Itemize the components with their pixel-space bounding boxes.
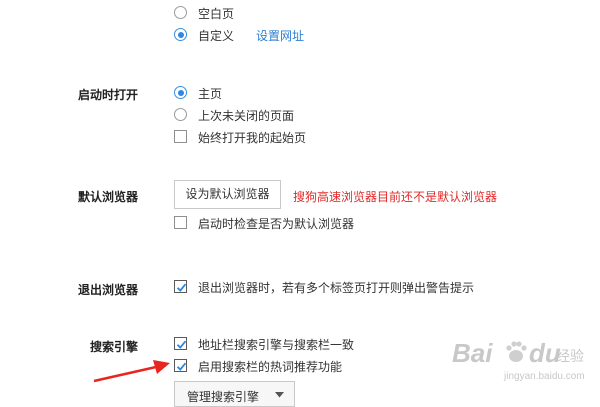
- checkbox-check-default-on-start-label: 启动时检查是否为默认浏览器: [198, 217, 355, 231]
- check-icon: [176, 283, 187, 292]
- search-engine-label: 搜索引擎: [90, 340, 139, 354]
- check-icon: [176, 340, 187, 349]
- exit-browser-label: 退出浏览器: [78, 283, 139, 297]
- checkbox-always-start-page-label: 始终打开我的起始页: [198, 131, 307, 145]
- set-default-browser-button[interactable]: 设为默认浏览器: [174, 180, 281, 209]
- checkbox-warn-multiple-tabs[interactable]: [174, 280, 187, 293]
- checkbox-hot-word-recommend[interactable]: [174, 359, 187, 372]
- annotation-arrow-icon: [93, 360, 170, 383]
- watermark-jingyan: 经验: [556, 348, 584, 364]
- watermark-url: jingyan.baidu.com: [504, 371, 585, 382]
- radio-last-session[interactable]: [174, 108, 187, 121]
- checkbox-check-default-on-start[interactable]: [174, 216, 187, 229]
- manage-search-engine-label: 管理搜索引擎: [187, 390, 260, 404]
- checkbox-hot-word-recommend-label: 启用搜索栏的热词推荐功能: [198, 360, 343, 374]
- set-url-link[interactable]: 设置网址: [256, 27, 304, 44]
- checkbox-addressbar-search-sync-label: 地址栏搜索引擎与搜索栏一致: [198, 338, 355, 352]
- paw-icon: [506, 341, 527, 362]
- baidu-jingyan-watermark: Bai du 经验 jingyan.baidu.com: [452, 338, 592, 398]
- checkbox-warn-multiple-tabs-label: 退出浏览器时，若有多个标签页打开则弹出警告提示: [198, 281, 475, 295]
- radio-custom-label: 自定义: [198, 29, 235, 43]
- radio-homepage-label: 主页: [198, 87, 223, 101]
- radio-blank-page-label: 空白页: [198, 7, 235, 21]
- watermark-bai: Bai: [452, 338, 493, 368]
- check-icon: [176, 362, 187, 371]
- checkbox-addressbar-search-sync[interactable]: [174, 337, 187, 350]
- checkbox-always-start-page[interactable]: [174, 130, 187, 143]
- manage-search-engine-dropdown[interactable]: 管理搜索引擎: [174, 381, 295, 407]
- radio-custom[interactable]: [174, 28, 187, 41]
- default-browser-warning: 搜狗高速浏览器目前还不是默认浏览器: [293, 190, 498, 204]
- chevron-down-icon: [275, 392, 284, 398]
- radio-blank-page[interactable]: [174, 6, 187, 19]
- default-browser-label: 默认浏览器: [78, 190, 139, 204]
- open-on-start-label: 启动时打开: [78, 88, 139, 102]
- radio-homepage[interactable]: [174, 86, 187, 99]
- radio-last-session-label: 上次未关闭的页面: [198, 109, 295, 123]
